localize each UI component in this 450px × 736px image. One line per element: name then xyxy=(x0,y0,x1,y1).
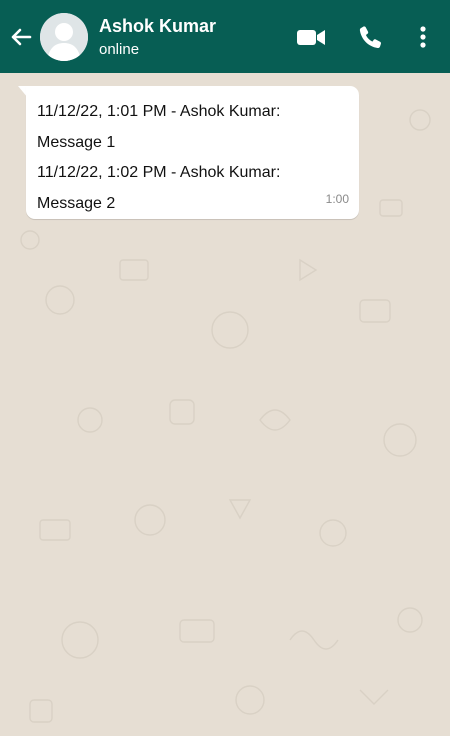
message-line: Message 1 xyxy=(37,133,116,151)
avatar[interactable] xyxy=(40,13,88,61)
message-line: 11/12/22, 1:02 PM - Ashok Kumar: xyxy=(37,164,281,181)
contact-status: online xyxy=(99,41,140,58)
arrow-back-icon[interactable] xyxy=(8,24,34,50)
message-line: Message 2 xyxy=(37,194,116,212)
contact-name[interactable]: Ashok Kumar xyxy=(99,15,216,37)
message-bubble[interactable]: 11/12/22, 1:01 PM - Ashok Kumar: Message… xyxy=(26,86,359,219)
message-timestamp: 1:00 xyxy=(325,192,349,206)
phone-call-icon[interactable] xyxy=(357,24,383,50)
more-vertical-icon[interactable] xyxy=(414,24,432,50)
message-text: 11/12/22, 1:01 PM - Ashok Kumar: Message… xyxy=(37,97,337,219)
message-line: 11/12/22, 1:01 PM - Ashok Kumar: xyxy=(37,103,281,120)
chat-screen: Ashok Kumar online 11/12/22, 1:01 PM - A… xyxy=(0,0,450,736)
video-call-icon[interactable] xyxy=(296,24,326,50)
chat-header: Ashok Kumar online xyxy=(0,0,450,73)
default-avatar-icon xyxy=(40,13,88,61)
